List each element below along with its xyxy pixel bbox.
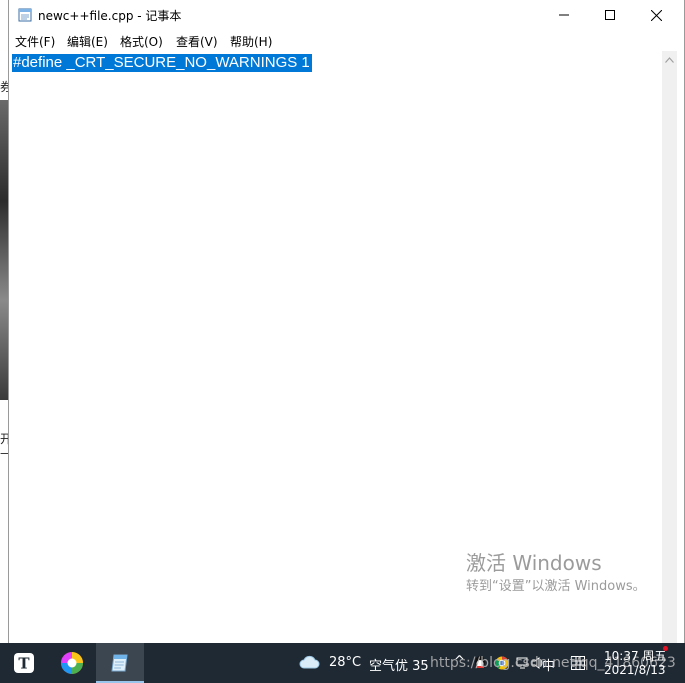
- menu-help[interactable]: 帮助(H): [230, 33, 272, 50]
- notification-dot: [663, 646, 668, 651]
- window-title: newc++file.cpp - 记事本: [38, 9, 182, 23]
- vertical-scrollbar[interactable]: [662, 51, 677, 643]
- svg-text:T: T: [18, 655, 30, 673]
- menu-edit[interactable]: 编辑(E): [67, 33, 108, 50]
- close-button[interactable]: [633, 0, 679, 30]
- cloud-weather-icon[interactable]: [298, 653, 320, 671]
- maximize-icon: [605, 10, 615, 20]
- minimize-icon: [559, 14, 569, 16]
- clock-time[interactable]: 10:37 周五: [604, 647, 666, 664]
- air-quality-text[interactable]: 空气优 35: [369, 655, 429, 674]
- activation-watermark-title: 激活 Windows: [466, 551, 602, 575]
- selected-text-line[interactable]: #define _CRT_SECURE_NO_WARNINGS 1: [12, 54, 312, 72]
- weather-temperature[interactable]: 28°C: [329, 655, 361, 670]
- activation-watermark-subtitle: 转到“设置”以激活 Windows。: [466, 579, 646, 594]
- color-app-taskbar-button[interactable]: [48, 643, 96, 683]
- menu-file[interactable]: 文件(F): [15, 33, 55, 50]
- clock-date[interactable]: 2021/8/13: [604, 663, 666, 677]
- minimize-button[interactable]: [541, 0, 587, 30]
- chevron-up-icon: [665, 56, 674, 63]
- scroll-up-button[interactable]: [662, 51, 677, 68]
- title-bar[interactable]: newc++file.cpp - 记事本: [9, 0, 684, 30]
- notepad-icon: [111, 654, 128, 672]
- close-icon: [650, 9, 662, 21]
- menu-bar: 文件(F) 编辑(E) 格式(O) 查看(V) 帮助(H): [9, 30, 684, 51]
- typora-t-icon: T: [14, 653, 34, 673]
- menu-view[interactable]: 查看(V): [176, 33, 218, 50]
- desktop-background-image: [0, 100, 8, 400]
- maximize-button[interactable]: [587, 0, 633, 30]
- notepad-icon: [18, 7, 32, 22]
- notepad-taskbar-button[interactable]: [96, 643, 144, 683]
- color-wheel-app-icon: [61, 652, 83, 674]
- menu-format[interactable]: 格式(O): [120, 33, 163, 50]
- typora-taskbar-button[interactable]: T: [0, 643, 48, 683]
